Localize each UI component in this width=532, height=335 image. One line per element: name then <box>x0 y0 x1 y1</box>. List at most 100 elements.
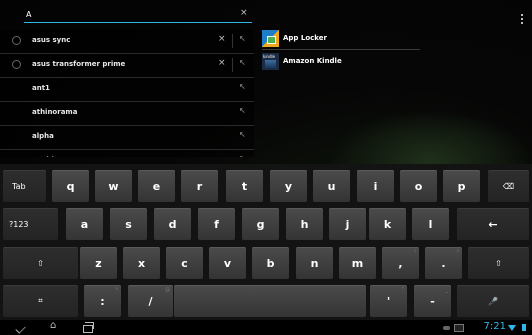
screenshot-icon <box>454 324 464 332</box>
key-t[interactable]: t <box>226 170 263 202</box>
key-k[interactable]: k <box>369 208 406 240</box>
search-underline <box>24 22 252 23</box>
key-v[interactable]: v <box>209 247 246 279</box>
key-shift-right[interactable]: ⇧ <box>468 247 529 279</box>
suggestion-text: ant1 <box>32 84 50 92</box>
recent-apps-icon[interactable] <box>83 322 94 333</box>
refine-query-icon[interactable]: ↖ <box>239 34 246 43</box>
key-r[interactable]: r <box>181 170 218 202</box>
key-shift-left[interactable]: ⇧ <box>3 247 78 279</box>
shift-icon: ⇧ <box>495 258 502 268</box>
refine-query-icon[interactable]: ↖ <box>239 106 246 115</box>
key-y[interactable]: y <box>270 170 307 202</box>
key-hint: " <box>401 287 404 293</box>
key-voice[interactable]: 🎤 <box>457 285 529 317</box>
enter-icon: ← <box>488 217 498 231</box>
usb-icon <box>443 326 450 330</box>
key-x[interactable]: x <box>123 247 160 279</box>
suggestion-text: asus transformer prime <box>32 60 126 68</box>
key-comma[interactable]: ,! <box>382 247 419 279</box>
key-n[interactable]: n <box>296 247 333 279</box>
remove-suggestion-icon[interactable]: × <box>218 34 226 44</box>
key-label: ' <box>386 294 391 308</box>
app-result-amazon-kindle[interactable]: kindle Amazon Kindle <box>262 53 420 75</box>
key-period[interactable]: .? <box>425 247 462 279</box>
kindle-icon-text: kindle <box>263 54 276 59</box>
key-l[interactable]: l <box>412 208 449 240</box>
divider <box>232 34 233 48</box>
key-p[interactable]: p <box>443 170 480 202</box>
clear-search-icon[interactable]: × <box>240 8 248 18</box>
suggestion-item[interactable]: athinorama ↖ <box>0 101 254 126</box>
key-m[interactable]: m <box>339 247 376 279</box>
suggestion-item[interactable]: alpha ↖ <box>0 125 254 150</box>
key-hint: _ <box>445 287 449 293</box>
key-slash[interactable]: / @ <box>128 285 173 317</box>
back-icon[interactable] <box>15 323 26 334</box>
suggestion-text: analdata <box>32 156 67 157</box>
battery-icon <box>522 324 526 331</box>
key-g[interactable]: g <box>242 208 279 240</box>
key-e[interactable]: e <box>138 170 175 202</box>
search-bar: × <box>0 0 532 25</box>
suggestion-item[interactable]: asus transformer prime × ↖ <box>0 53 254 78</box>
key-u[interactable]: u <box>313 170 350 202</box>
key-label: : <box>100 294 105 308</box>
system-nav-bar: ⌂ 7:21 <box>0 320 532 335</box>
key-w[interactable]: w <box>95 170 132 202</box>
key-j[interactable]: j <box>329 208 366 240</box>
key-f[interactable]: f <box>198 208 235 240</box>
app-label: Amazon Kindle <box>283 57 342 65</box>
key-label: , <box>398 256 403 270</box>
key-z[interactable]: z <box>80 247 117 279</box>
key-a[interactable]: a <box>66 208 103 240</box>
key-label: . <box>441 256 446 270</box>
backspace-icon: ⌫ <box>502 181 515 191</box>
suggestion-text: athinorama <box>32 108 78 116</box>
key-c[interactable]: c <box>166 247 203 279</box>
key-label: - <box>430 294 435 308</box>
overflow-menu-icon[interactable] <box>521 14 524 26</box>
key-space[interactable] <box>174 285 366 317</box>
suggestion-text: alpha <box>32 132 54 140</box>
key-colon[interactable]: : * <box>84 285 121 317</box>
app-label: App Locker <box>283 34 327 42</box>
key-backspace[interactable]: ⌫ <box>488 170 529 202</box>
divider <box>262 49 420 50</box>
refine-query-icon[interactable]: ↖ <box>239 154 246 157</box>
microphone-icon: 🎤 <box>488 296 498 306</box>
key-label: Tab <box>12 181 26 191</box>
key-tab[interactable]: Tab <box>3 170 46 202</box>
suggestion-item[interactable]: ant1 ↖ <box>0 77 254 102</box>
remove-suggestion-icon[interactable]: × <box>218 58 226 68</box>
divider <box>232 58 233 72</box>
key-enter[interactable]: ← <box>457 208 529 240</box>
search-input[interactable] <box>26 10 250 19</box>
history-icon <box>12 36 21 45</box>
clock[interactable]: 7:21 <box>484 321 506 332</box>
key-b[interactable]: b <box>252 247 289 279</box>
key-dash[interactable]: - _ <box>414 285 451 317</box>
key-i[interactable]: i <box>357 170 394 202</box>
refine-query-icon[interactable]: ↖ <box>239 58 246 67</box>
suggestion-item[interactable]: asus sync × ↖ <box>0 29 254 54</box>
key-label: / <box>148 294 153 308</box>
wifi-icon <box>508 325 516 331</box>
home-icon[interactable]: ⌂ <box>50 320 56 331</box>
history-icon <box>12 60 21 69</box>
key-q[interactable]: q <box>52 170 89 202</box>
key-hint: ! <box>413 249 416 255</box>
refine-query-icon[interactable]: ↖ <box>239 82 246 91</box>
key-settings[interactable]: ⌗ <box>3 285 78 317</box>
key-label: ?123 <box>9 219 29 229</box>
key-symbols[interactable]: ?123 <box>3 208 58 240</box>
kindle-icon-art <box>265 60 276 68</box>
key-o[interactable]: o <box>400 170 437 202</box>
key-s[interactable]: s <box>110 208 147 240</box>
suggestion-item[interactable]: analdata ↖ <box>0 149 254 157</box>
refine-query-icon[interactable]: ↖ <box>239 130 246 139</box>
key-apostrophe[interactable]: ' " <box>370 285 407 317</box>
key-h[interactable]: h <box>286 208 323 240</box>
suggestion-text: asus sync <box>32 36 71 44</box>
key-d[interactable]: d <box>154 208 191 240</box>
